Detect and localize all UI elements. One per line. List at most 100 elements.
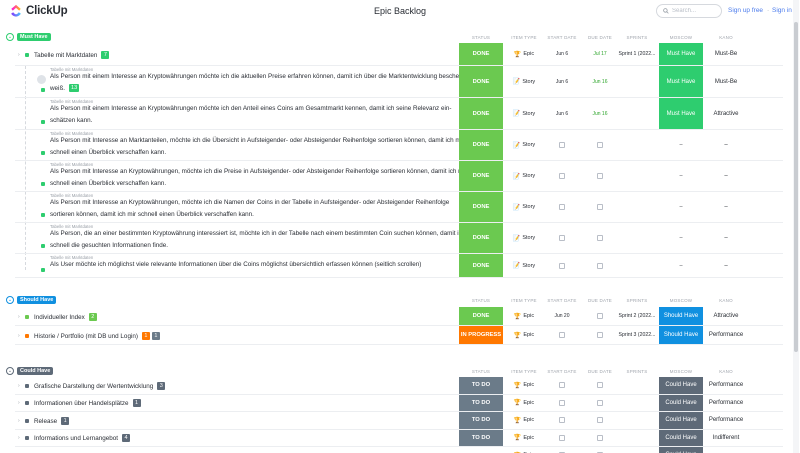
start-date-cell[interactable] xyxy=(543,161,581,191)
status-cell[interactable]: DONE xyxy=(459,223,503,253)
sprint-cell[interactable] xyxy=(615,412,659,429)
item-type-cell[interactable]: 📝 Story xyxy=(507,192,541,222)
status-dot[interactable] xyxy=(41,182,45,186)
sprint-cell[interactable] xyxy=(615,223,659,253)
column-header-item-type[interactable]: ITEM TYPE xyxy=(507,369,541,374)
status-dot[interactable] xyxy=(41,120,45,124)
subtask-count-badge[interactable]: 4 xyxy=(122,434,131,443)
status-dot[interactable] xyxy=(25,401,29,406)
due-date-cell[interactable] xyxy=(582,377,618,394)
task-name[interactable]: Tabelle mit Marktdaten 7 xyxy=(34,50,110,59)
due-date-cell[interactable]: Jun 16 xyxy=(582,66,618,97)
task-name-text[interactable]: Informationen über Handelsplätze xyxy=(34,400,129,407)
kano-cell[interactable]: – xyxy=(704,223,748,253)
subtask-count-badge[interactable]: 1 xyxy=(151,331,160,340)
start-date-cell[interactable] xyxy=(543,223,581,253)
kano-cell[interactable]: – xyxy=(704,192,748,222)
status-dot[interactable] xyxy=(25,314,29,319)
subtask-count-badge[interactable]: 1 xyxy=(132,399,141,408)
column-header-sprints[interactable]: SPRINTS xyxy=(615,369,659,374)
sprint-cell[interactable] xyxy=(615,130,659,160)
moscow-cell[interactable]: – xyxy=(659,254,703,277)
kano-cell[interactable]: Must-Be xyxy=(704,43,748,65)
due-date-cell[interactable] xyxy=(582,192,618,222)
status-cell[interactable]: IN PROGRESS xyxy=(459,326,503,344)
calendar-icon[interactable] xyxy=(597,417,603,424)
status-dot[interactable] xyxy=(25,436,29,441)
subtask-row[interactable]: Tabelle mit Marktdaten Als Person mit Int… xyxy=(15,192,783,223)
moscow-cell[interactable]: Must Have xyxy=(659,66,703,97)
due-date-cell[interactable] xyxy=(582,161,618,191)
task-row[interactable]: › Informations und Lernangebot 4 TO DO 🏆 Epic… xyxy=(15,429,783,447)
kano-cell[interactable]: Attractive xyxy=(704,98,748,129)
moscow-cell[interactable]: Could Have xyxy=(659,429,703,446)
item-type-cell[interactable]: 📝 Story xyxy=(507,130,541,160)
status-cell[interactable]: TO DO xyxy=(459,377,503,394)
status-dot[interactable] xyxy=(25,418,29,423)
task-row[interactable]: ›🏆EpicCould Have xyxy=(15,447,783,453)
calendar-icon[interactable] xyxy=(559,173,565,179)
moscow-cell[interactable]: Could Have xyxy=(659,447,703,453)
due-date-cell[interactable]: Jun 16 xyxy=(582,98,618,129)
start-date-cell[interactable] xyxy=(543,130,581,160)
task-row[interactable]: › Grafische Darstellung der Wertentwicklu… xyxy=(15,377,783,395)
kano-cell[interactable] xyxy=(704,447,748,453)
column-header-kano[interactable]: KANO xyxy=(704,298,748,303)
task-name-text[interactable]: Als Person mit Interesse an Kryptowährun… xyxy=(50,168,467,187)
task-name-text[interactable]: Als User möchte ich möglichst viele rele… xyxy=(50,261,421,268)
start-date-cell[interactable]: Jun 6 xyxy=(543,43,581,65)
item-type-cell[interactable]: 🏆Epic xyxy=(507,412,541,429)
column-header-sprints[interactable]: SPRINTS xyxy=(615,298,659,303)
item-type-cell[interactable]: 🏆Epic xyxy=(507,326,541,344)
sprint-cell[interactable] xyxy=(615,430,659,447)
item-type-cell[interactable]: 🏆Epic xyxy=(507,447,541,453)
calendar-icon[interactable] xyxy=(559,235,565,241)
calendar-icon[interactable] xyxy=(597,382,603,389)
kano-cell[interactable]: Attractive xyxy=(704,307,748,325)
start-date-cell[interactable]: Jun 20 xyxy=(543,307,581,325)
item-type-cell[interactable]: 🏆Epic xyxy=(507,377,541,394)
subtask-count-badge[interactable]: 13 xyxy=(69,84,80,92)
expand-caret-icon[interactable]: › xyxy=(18,400,20,406)
sprint-cell[interactable]: Sprint 3 (2022... xyxy=(615,326,659,344)
kano-cell[interactable]: – xyxy=(704,161,748,191)
start-date-cell[interactable] xyxy=(543,192,581,222)
column-header-sprints[interactable]: SPRINTS xyxy=(615,35,659,40)
column-header-kano[interactable]: KANO xyxy=(704,369,748,374)
item-type-cell[interactable]: 🏆Epic xyxy=(507,307,541,325)
task-row[interactable]: › Tabelle mit Marktdaten 7 DONE 🏆 Epic Jun 6 Ju… xyxy=(15,43,783,66)
sprint-cell[interactable] xyxy=(615,66,659,97)
task-row[interactable]: › Informationen über Handelsplätze 1 TO DO 🏆… xyxy=(15,394,783,412)
task-name[interactable]: Als Person mit einem Interesse an Krypto… xyxy=(50,103,470,127)
due-date-cell[interactable] xyxy=(582,430,618,447)
task-name-text[interactable]: Grafische Darstellung der Wertentwicklun… xyxy=(34,383,153,390)
sprint-cell[interactable] xyxy=(615,192,659,222)
collapse-toggle-icon[interactable]: ⌄ xyxy=(6,367,14,375)
status-cell[interactable]: DONE xyxy=(459,43,503,65)
moscow-cell[interactable]: Should Have xyxy=(659,326,703,344)
task-name[interactable]: Historie / Portfolio (mit DB und Login) 1… xyxy=(34,331,160,340)
subtask-row[interactable]: Tabelle mit Marktdaten Als User möchte ic… xyxy=(15,254,783,278)
task-name[interactable]: Individueller Index 2 xyxy=(34,312,97,321)
calendar-icon[interactable] xyxy=(559,434,565,441)
column-header-due-date[interactable]: DUE DATE xyxy=(582,369,618,374)
calendar-icon[interactable] xyxy=(597,173,603,179)
search-box[interactable] xyxy=(656,4,722,18)
item-type-cell[interactable]: 🏆Epic xyxy=(507,430,541,447)
moscow-cell[interactable]: Should Have xyxy=(659,307,703,325)
drag-handle-icon[interactable] xyxy=(37,75,46,84)
calendar-icon[interactable] xyxy=(559,332,565,338)
moscow-cell[interactable]: Must Have xyxy=(659,43,703,65)
kano-cell[interactable]: Must-Be xyxy=(704,66,748,97)
due-date-cell[interactable] xyxy=(582,307,618,325)
task-name-text[interactable]: Informations und Lernangebot xyxy=(34,435,118,442)
status-dot[interactable] xyxy=(41,151,45,155)
calendar-icon[interactable] xyxy=(597,332,603,338)
scrollbar-thumb[interactable] xyxy=(794,22,798,352)
status-cell[interactable]: TO DO xyxy=(459,412,503,429)
task-name[interactable]: Grafische Darstellung der Wertentwicklun… xyxy=(34,381,166,390)
subtask-row[interactable]: Tabelle mit Marktdaten Als Person, die an… xyxy=(15,223,783,254)
column-header-item-type[interactable]: ITEM TYPE xyxy=(507,298,541,303)
status-cell[interactable]: DONE xyxy=(459,161,503,191)
status-dot[interactable] xyxy=(41,88,45,92)
